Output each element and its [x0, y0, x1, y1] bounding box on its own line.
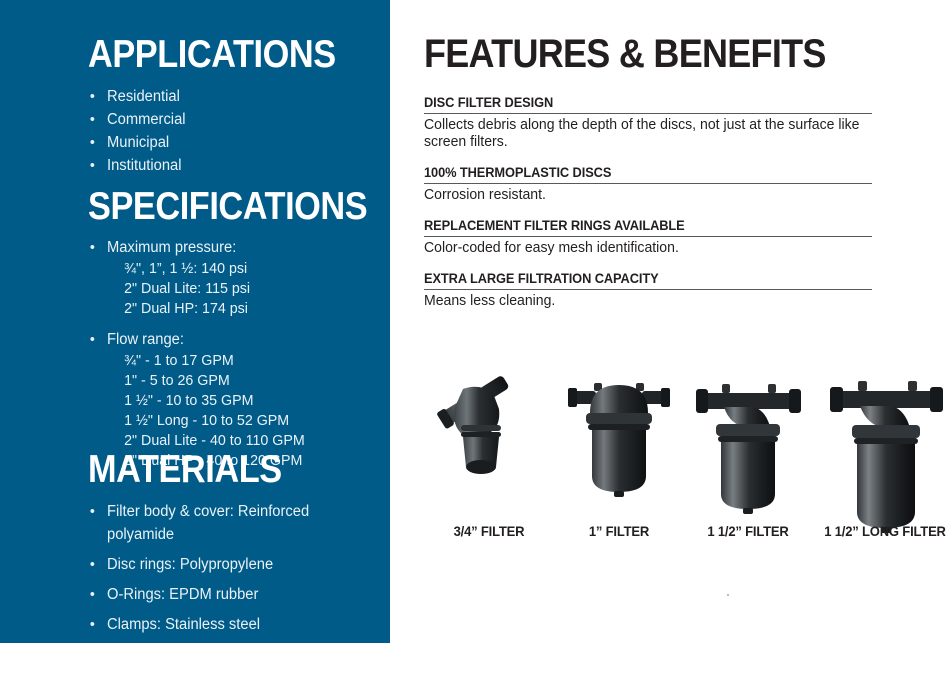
- feature-body: Corrosion resistant.: [424, 187, 546, 203]
- feature-divider: [424, 236, 872, 237]
- feature-block: EXTRA LARGE FILTRATION CAPACITY Means le…: [424, 270, 874, 310]
- list-item-label: Institutional: [107, 157, 182, 174]
- specifications-title: SPECIFICATIONS: [88, 185, 368, 228]
- inline-filter-photo: [554, 367, 684, 517]
- spec-line: 2" Dual Lite: 115 psi: [124, 280, 251, 297]
- list-item: • Clamps: Stainless steel: [88, 613, 309, 636]
- product-gallery: 3/4” FILTER 1” FILTER 1 1/2” FILTER 1 1/…: [420, 340, 946, 540]
- bullet-glyph: •: [89, 556, 95, 573]
- product-caption: 1” FILTER: [588, 523, 650, 539]
- bullet-glyph: •: [89, 111, 95, 128]
- applications-block: APPLICATIONS • Residential • Commercial …: [88, 34, 369, 177]
- list-item: • Disc rings: Polypropylene: [88, 553, 309, 576]
- bullet-glyph: •: [89, 586, 95, 603]
- spec-line: ¾", 1”, 1 ½: 140 psi: [124, 260, 248, 277]
- bullet-glyph: •: [89, 88, 95, 105]
- y-filter-photo: [424, 367, 554, 517]
- product-caption: 1 1/2” FILTER: [707, 523, 789, 539]
- list-item-label: Disc rings: Polypropylene: [107, 556, 274, 573]
- specifications-list: • Maximum pressure:: [88, 236, 405, 259]
- spec-group-label: Flow range:: [107, 331, 184, 348]
- product-item-1: 1” FILTER: [554, 349, 684, 540]
- spec-line: 1" - 5 to 26 GPM: [124, 372, 230, 389]
- bullet-glyph: •: [89, 239, 95, 256]
- applications-title: APPLICATIONS: [88, 33, 336, 76]
- feature-heading: REPLACEMENT FILTER RINGS AVAILABLE: [424, 218, 685, 233]
- spec-line: 1 ½" Long - 10 to 52 GPM: [124, 412, 290, 429]
- feature-block: DISC FILTER DESIGN Collects debris along…: [424, 94, 874, 151]
- list-item: • Residential: [88, 85, 355, 108]
- list-item-label: Commercial: [107, 111, 186, 128]
- feature-body: Means less cleaning.: [424, 293, 556, 309]
- product-item-3: 1 1/2” LONG FILTER: [810, 381, 950, 540]
- feature-heading: EXTRA LARGE FILTRATION CAPACITY: [424, 271, 659, 286]
- list-item-label-continued: polyamide: [107, 526, 175, 543]
- list-item: • Filter body & cover: Reinforced polyam…: [88, 500, 309, 546]
- specifications-block: SPECIFICATIONS • Maximum pressure: ¾", 1…: [88, 186, 405, 471]
- feature-divider: [424, 183, 872, 184]
- list-item-label: Municipal: [107, 134, 170, 151]
- spec-line: 2" Dual HP: 174 psi: [124, 300, 248, 317]
- spec-group-pressure: • Maximum pressure:: [88, 236, 389, 259]
- list-item-label: Clamps: Stainless steel: [107, 616, 261, 633]
- feature-divider: [424, 289, 872, 290]
- feature-block: REPLACEMENT FILTER RINGS AVAILABLE Color…: [424, 217, 874, 257]
- product-caption: 1 1/2” LONG FILTER: [824, 523, 946, 539]
- spec-group-flow-item: • Flow range:: [88, 328, 389, 351]
- bullet-glyph: •: [89, 503, 95, 520]
- materials-block: MATERIALS • Filter body & cover: Reinfor…: [88, 449, 321, 643]
- feature-divider: [424, 113, 872, 114]
- long-filter-photo: [810, 367, 950, 533]
- bullet-glyph: •: [89, 134, 95, 151]
- features-list: DISC FILTER DESIGN Collects debris along…: [424, 94, 874, 310]
- list-item: • Commercial: [88, 108, 355, 131]
- feature-body: Collects debris along the depth of the d…: [424, 117, 860, 150]
- spec-group-label: Maximum pressure:: [107, 239, 237, 256]
- feature-heading: DISC FILTER DESIGN: [424, 95, 554, 110]
- materials-list: • Filter body & cover: Reinforced polyam…: [88, 500, 321, 636]
- applications-list: • Residential • Commercial • Municipal •…: [88, 85, 369, 177]
- list-item: • Municipal: [88, 131, 355, 154]
- bullet-glyph: •: [89, 616, 95, 633]
- materials-title: MATERIALS: [88, 448, 282, 491]
- list-item-label: Residential: [107, 88, 180, 105]
- features-section: FEATURES & BENEFITS DISC FILTER DESIGN C…: [424, 32, 874, 323]
- spec-line: 1 ½" - 10 to 35 GPM: [124, 392, 254, 409]
- spec-pressure-lines: ¾", 1”, 1 ½: 140 psi 2" Dual Lite: 115 p…: [88, 259, 405, 319]
- spec-flow-list: • Flow range:: [88, 328, 405, 351]
- stray-mark: [727, 594, 729, 596]
- bullet-glyph: •: [89, 331, 95, 348]
- product-item-2: 1 1/2” FILTER: [678, 359, 818, 540]
- angle-filter-photo: [678, 367, 818, 517]
- list-item-label: O-Rings: EPDM rubber: [107, 586, 259, 603]
- feature-heading: 100% THERMOPLASTIC DISCS: [424, 165, 612, 180]
- spec-line: ¾" - 1 to 17 GPM: [124, 352, 234, 369]
- bullet-glyph: •: [89, 157, 95, 174]
- list-item: • Institutional: [88, 154, 355, 177]
- product-item-0: 3/4” FILTER: [424, 309, 554, 540]
- feature-body: Color-coded for easy mesh identification…: [424, 240, 679, 256]
- features-title: FEATURES & BENEFITS: [424, 32, 826, 76]
- feature-block: 100% THERMOPLASTIC DISCS Corrosion resis…: [424, 164, 874, 204]
- left-blue-panel: APPLICATIONS • Residential • Commercial …: [0, 0, 390, 643]
- list-item: • O-Rings: EPDM rubber: [88, 583, 309, 606]
- product-caption: 3/4” FILTER: [453, 523, 525, 539]
- list-item-label: Filter body & cover: Reinforced: [107, 503, 310, 520]
